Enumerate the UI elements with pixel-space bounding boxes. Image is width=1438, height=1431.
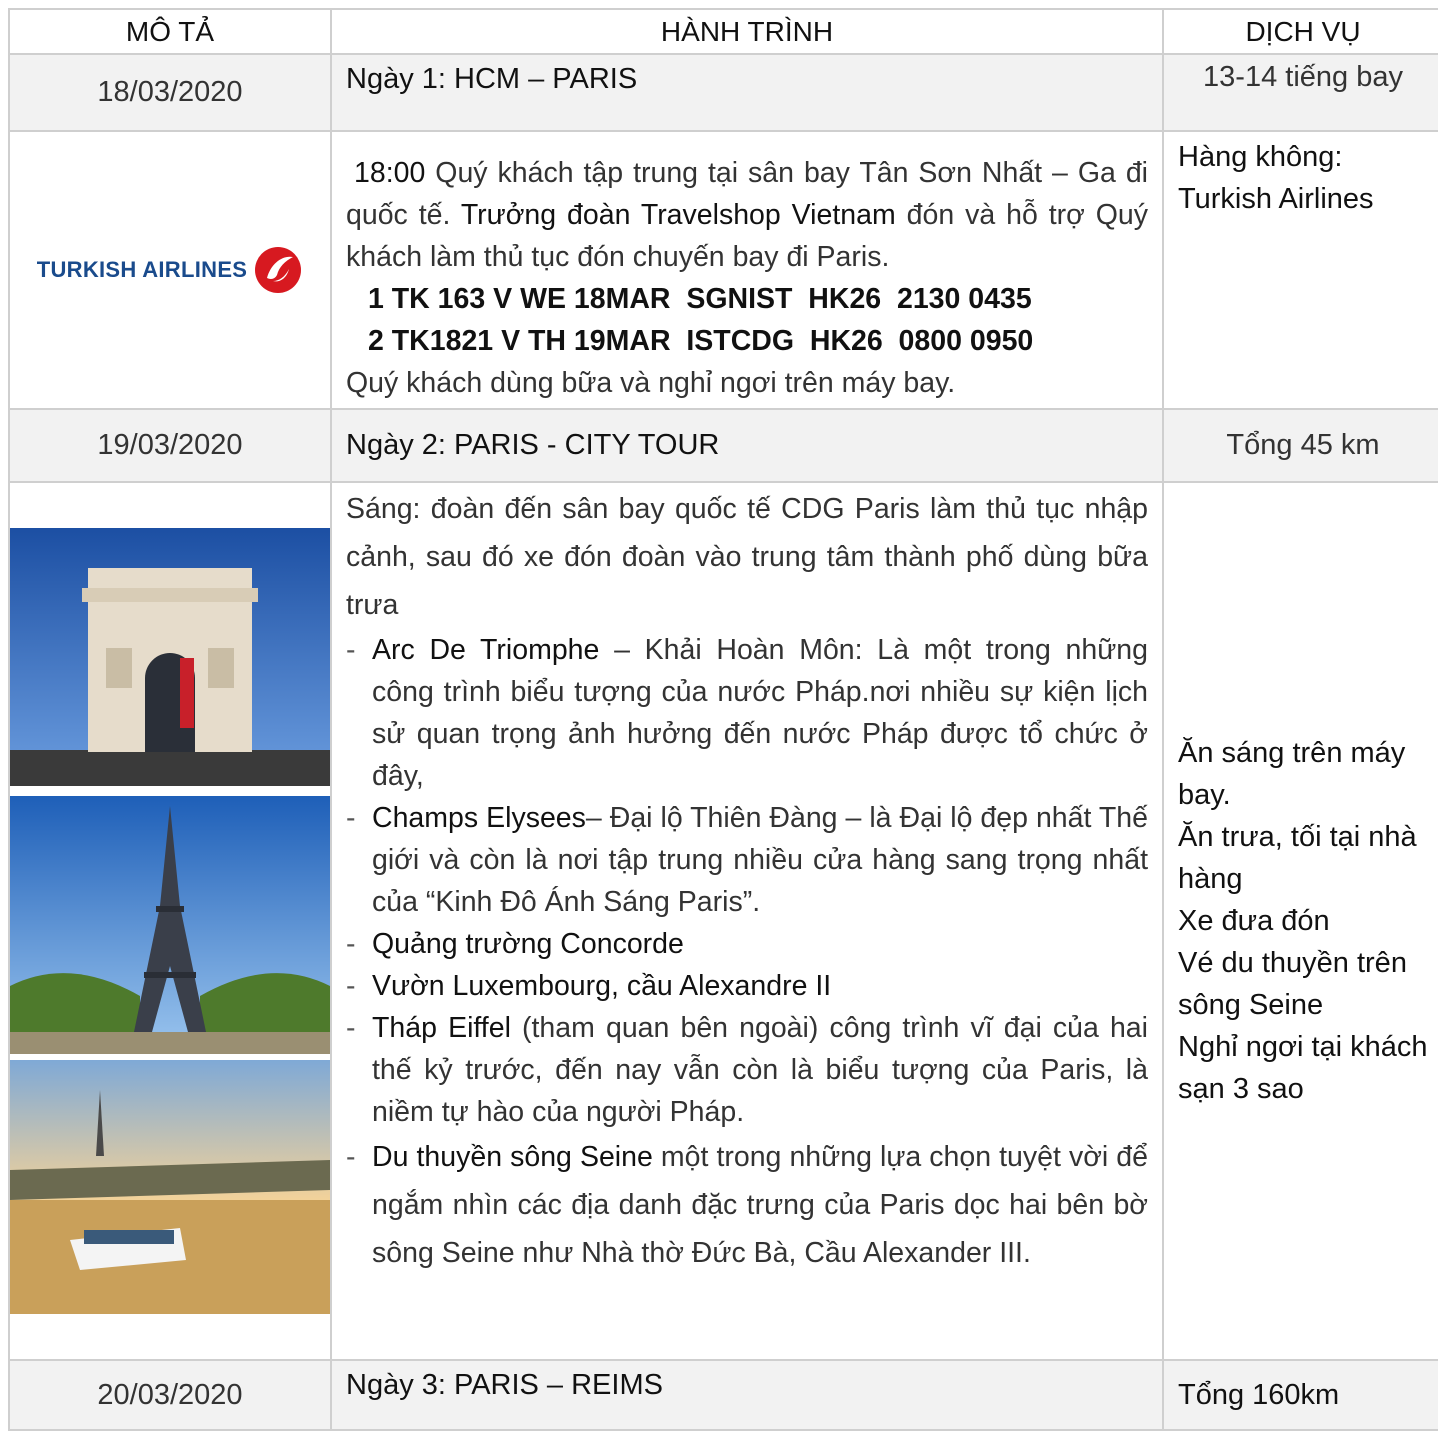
attraction-item: Arc De Triomphe – Khải Hoàn Môn: Là một … <box>346 629 1148 797</box>
service-item: Xe đưa đón <box>1178 905 1330 937</box>
service-item: Ăn trưa, tối tại nhà hàng <box>1178 821 1417 895</box>
day2-title: Ngày 2: PARIS - CITY TOUR <box>330 408 1164 483</box>
day1-flight-time: 13-14 tiếng bay <box>1162 53 1438 132</box>
itinerary-table: MÔ TẢ HÀNH TRÌNH DỊCH VỤ 18/03/2020 Ngày… <box>8 8 1438 1431</box>
day3-title: Ngày 3: PARIS – REIMS <box>330 1359 1164 1431</box>
attraction-name: Quảng trường Concorde <box>372 928 684 960</box>
airline-logo-text: TURKISH AIRLINES <box>36 257 248 282</box>
day3-distance: Tổng 160km <box>1162 1359 1438 1431</box>
day1-detail-row: TURKISH AIRLINES 18:00 Quý khách tập tru… <box>8 130 1438 410</box>
day1-itinerary: 18:00 Quý khách tập trung tại sân bay Tâ… <box>330 130 1164 410</box>
attraction-name: Tháp Eiffel <box>372 1012 511 1044</box>
service-item: Vé du thuyền trên sông Seine <box>1178 947 1407 1021</box>
flight-line-1: 1 TK 163 V WE 18MAR SGNIST HK26 2130 043… <box>368 283 1032 315</box>
day3-title-row: 20/03/2020 Ngày 3: PARIS – REIMS Tổng 16… <box>8 1359 1438 1431</box>
header-mo-ta: MÔ TẢ <box>8 8 332 55</box>
header-row: MÔ TẢ HÀNH TRÌNH DỊCH VỤ <box>8 8 1438 55</box>
eiffel-tower-photo <box>10 796 330 1054</box>
day1-leader: Trưởng đoàn Travelshop Vietnam <box>460 199 896 231</box>
day1-time: 18:00 <box>354 157 426 189</box>
day1-service: Hàng không: Turkish Airlines <box>1162 130 1438 410</box>
airline-logo: TURKISH AIRLINES <box>10 245 330 295</box>
day3-date: 20/03/2020 <box>8 1359 332 1431</box>
day1-service-line1: Hàng không: <box>1178 141 1343 173</box>
flight-line-2: 2 TK1821 V TH 19MAR ISTCDG HK26 0800 095… <box>368 325 1034 357</box>
service-item: Nghỉ ngơi tại khách sạn 3 sao <box>1178 1031 1428 1105</box>
attraction-item: Tháp Eiffel (tham quan bên ngoài) công t… <box>346 1007 1148 1133</box>
turkish-airlines-emblem-icon <box>255 247 302 293</box>
header-hanh-trinh: HÀNH TRÌNH <box>330 8 1164 55</box>
day2-intro: Sáng: đoàn đến sân bay quốc tế CDG Paris… <box>346 493 1148 621</box>
attraction-item: Champs Elysees– Đại lộ Thiên Đàng – là Đ… <box>346 797 1148 923</box>
attraction-item: Vườn Luxembourg, cầu Alexandre II <box>346 965 1148 1007</box>
attraction-item: Quảng trường Concorde <box>346 923 1148 965</box>
attraction-name: Vườn Luxembourg, cầu Alexandre II <box>372 970 832 1002</box>
day1-closing: Quý khách dùng bữa và nghỉ ngơi trên máy… <box>346 367 956 399</box>
attraction-name: Du thuyền sông Seine <box>372 1141 653 1173</box>
day1-title: Ngày 1: HCM – PARIS <box>330 53 1164 132</box>
day2-itinerary: Sáng: đoàn đến sân bay quốc tế CDG Paris… <box>330 481 1164 1361</box>
day1-service-line2: Turkish Airlines <box>1178 183 1374 215</box>
attraction-name: Arc De Triomphe <box>372 634 600 666</box>
arc-de-triomphe-photo <box>10 528 330 786</box>
day1-date: 18/03/2020 <box>8 53 332 132</box>
day2-photos <box>8 481 332 1361</box>
service-item: Ăn sáng trên máy bay. <box>1178 737 1406 811</box>
day2-title-row: 19/03/2020 Ngày 2: PARIS - CITY TOUR Tổn… <box>8 408 1438 483</box>
day2-date: 19/03/2020 <box>8 408 332 483</box>
day2-services: Ăn sáng trên máy bay. Ăn trưa, tối tại n… <box>1162 481 1438 1361</box>
attraction-name: Champs Elysees <box>372 802 586 834</box>
attraction-item: Du thuyền sông Seine một trong những lựa… <box>346 1133 1148 1277</box>
airline-logo-cell: TURKISH AIRLINES <box>8 130 332 410</box>
photo-gap-1 <box>10 786 330 796</box>
day2-distance: Tổng 45 km <box>1162 408 1438 483</box>
header-dich-vu: DỊCH VỤ <box>1162 8 1438 55</box>
seine-river-cruise-photo <box>10 1060 330 1314</box>
day1-intro: 18:00 Quý khách tập trung tại sân bay Tâ… <box>346 152 1148 278</box>
day1-title-row: 18/03/2020 Ngày 1: HCM – PARIS 13-14 tiế… <box>8 53 1438 132</box>
day2-detail-row: Sáng: đoàn đến sân bay quốc tế CDG Paris… <box>8 481 1438 1361</box>
attraction-list: Arc De Triomphe – Khải Hoàn Môn: Là một … <box>346 629 1148 1277</box>
